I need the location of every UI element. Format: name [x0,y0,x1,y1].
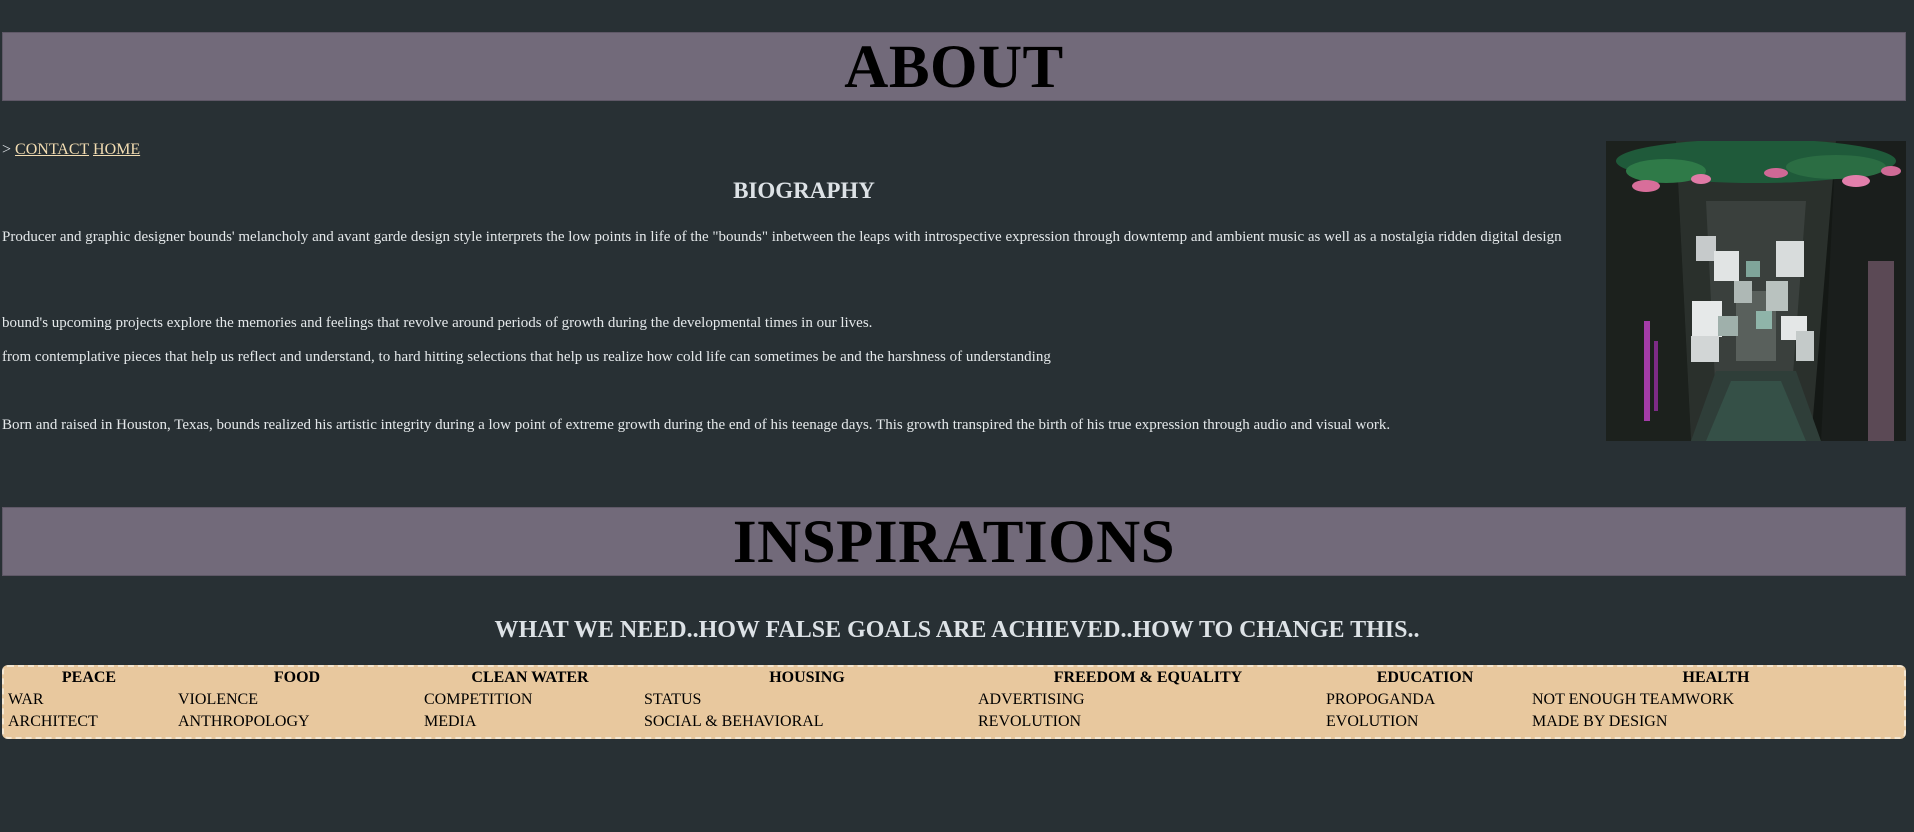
table-header-cell: HOUSING [769,669,845,686]
table-header-row: PEACE FOOD CLEAN WATER HOUSING FREEDOM &… [4,667,1904,689]
table-row: WAR VIOLENCE COMPETITION STATUS ADVERTIS… [4,689,1904,711]
table-cell: VIOLENCE [178,691,258,708]
bio-paragraph: Born and raised in Houston, Texas, bound… [2,417,1391,433]
table-cell: STATUS [644,691,702,708]
inspirations-banner: INSPIRATIONS [2,507,1906,576]
table-cell: WAR [8,691,44,708]
table-cell: EVOLUTION [1326,713,1419,730]
about-banner: ABOUT [2,32,1906,101]
table-cell: ADVERTISING [978,691,1085,708]
table-header-cell: FREEDOM & EQUALITY [1053,669,1243,686]
table-cell: SOCIAL & BEHAVIORAL [644,713,824,730]
table-header-cell: CLEAN WATER [471,669,589,686]
table-cell: MEDIA [424,713,477,730]
needs-table: PEACE FOOD CLEAN WATER HOUSING FREEDOM &… [4,667,1904,733]
table-cell: COMPETITION [424,691,533,708]
table-cell: REVOLUTION [978,713,1082,730]
bio-paragraph: from contemplative pieces that help us r… [2,349,1051,365]
nav-prefix: > [2,141,12,158]
table-header-cell: FOOD [273,669,321,686]
table-cell: ANTHROPOLOGY [178,713,310,730]
nav-bar: > CONTACT HOME [2,141,140,159]
table-header-cell: HEALTH [1682,669,1750,686]
alley-artwork-image [1606,141,1906,441]
needs-table-container: PEACE FOOD CLEAN WATER HOUSING FREEDOM &… [2,665,1906,739]
inspirations-subtitle: WHAT WE NEED..HOW FALSE GOALS ARE ACHIEV… [494,617,1420,643]
bio-paragraph: bound's upcoming projects explore the me… [2,315,873,331]
table-header-cell: PEACE [61,669,117,686]
nav-link-contact[interactable]: CONTACT [15,141,89,158]
table-cell: MADE BY DESIGN [1532,713,1668,730]
table-cell: NOT ENOUGH TEAMWORK [1532,691,1735,708]
nav-link-home[interactable]: HOME [93,141,140,158]
table-cell: PROPOGANDA [1326,691,1436,708]
table-header-cell: EDUCATION [1376,669,1474,686]
table-row: ARCHITECT ANTHROPOLOGY MEDIA SOCIAL & BE… [4,711,1904,733]
about-title: ABOUT [844,34,1064,101]
table-cell: ARCHITECT [8,713,98,730]
bio-paragraph: Producer and graphic designer bounds' me… [2,229,1562,245]
biography-heading: BIOGRAPHY [733,178,875,203]
inspirations-title: INSPIRATIONS [732,509,1176,576]
